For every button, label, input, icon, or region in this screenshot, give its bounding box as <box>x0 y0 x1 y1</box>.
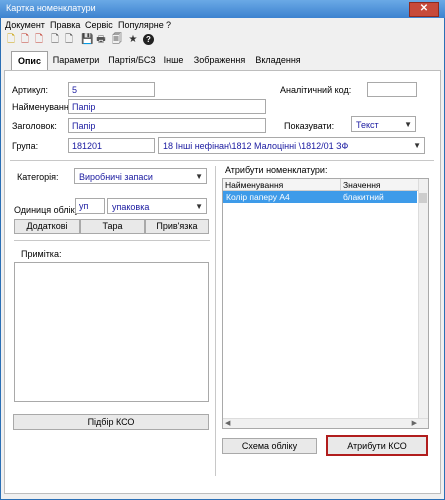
attributes-grid[interactable]: Найменування Значення Колір паперу А4 бл… <box>222 178 429 429</box>
unit-name-value: упаковка <box>112 202 150 212</box>
table-row[interactable]: Колір паперу А4 блакитний <box>223 191 417 203</box>
column-divider <box>215 166 216 476</box>
horizontal-scrollbar[interactable]: ◀ ▶ <box>223 418 428 428</box>
new-document-red-icon[interactable]: 🗋 <box>19 34 31 46</box>
cell-value: блакитний <box>343 192 384 202</box>
article-label: Артикул: <box>12 85 49 95</box>
tare-button[interactable]: Тара <box>80 219 145 234</box>
extra-button[interactable]: Додаткові <box>14 219 80 234</box>
menu-bar: Документ Правка Сервіс Популярне ? <box>1 18 444 32</box>
save-icon[interactable]: 💾 <box>81 34 93 46</box>
column-header-value[interactable]: Значення <box>341 179 419 191</box>
page-icon[interactable]: 🗋 <box>49 34 61 46</box>
group-label: Група: <box>12 141 39 151</box>
toolbar: 🗋 🗋 🗋 🗋 🗋 💾 🖶 🗐 ★ ? <box>1 32 444 50</box>
menu-document[interactable]: Документ <box>5 20 45 30</box>
tab-images[interactable]: Зображення <box>192 52 247 69</box>
tab-bar: Опис Параметри Партія/БСЗ Інше Зображенн… <box>1 51 444 71</box>
kso-attributes-button[interactable]: Атрибути КСО <box>326 435 428 456</box>
group-name-value: 18 Інші нефінан\1812 Малоцінні \1812/01 … <box>163 141 349 151</box>
column-header-name[interactable]: Найменування <box>223 179 341 191</box>
menu-edit[interactable]: Правка <box>50 20 80 30</box>
divider <box>14 240 210 241</box>
menu-help[interactable]: ? <box>166 20 171 30</box>
category-label: Категорія: <box>17 172 59 182</box>
kso-select-button[interactable]: Підбір КСО <box>13 414 209 430</box>
help-icon[interactable]: ? <box>143 34 154 45</box>
tab-attachments[interactable]: Вкладення <box>253 52 303 69</box>
attributes-label: Атрибути номенклатури: <box>225 165 328 175</box>
chevron-down-icon: ▼ <box>195 202 203 211</box>
title-bar[interactable]: Картка номенклатури ✕ <box>0 0 445 18</box>
note-textarea[interactable] <box>14 262 209 402</box>
header-input[interactable]: Папір <box>68 118 266 133</box>
show-select[interactable]: Текст ▼ <box>351 116 416 132</box>
close-button[interactable]: ✕ <box>409 2 439 17</box>
tab-other[interactable]: Інше <box>161 52 186 69</box>
cell-name: Колір паперу А4 <box>226 192 290 202</box>
show-label: Показувати: <box>284 121 335 131</box>
binding-button[interactable]: Прив'язка <box>145 219 209 234</box>
tab-batch[interactable]: Партія/БСЗ <box>104 52 160 69</box>
name-label: Найменування: <box>12 102 77 112</box>
group-code-input[interactable]: 181201 <box>68 138 155 153</box>
print-icon[interactable]: 🖶 <box>95 34 107 46</box>
scroll-left-icon[interactable]: ◀ <box>225 419 230 427</box>
scroll-thumb[interactable] <box>419 193 427 203</box>
analytic-code-input[interactable] <box>367 82 417 97</box>
name-input[interactable]: Папір <box>68 99 266 114</box>
category-value: Виробничі запаси <box>79 172 153 182</box>
copy-document-icon[interactable]: 🗋 <box>33 34 45 46</box>
vertical-scrollbar[interactable] <box>418 179 428 428</box>
chevron-down-icon: ▼ <box>195 172 203 181</box>
analytic-code-label: Аналітичний код: <box>280 85 352 95</box>
tab-description[interactable]: Опис <box>11 51 48 71</box>
chevron-down-icon: ▼ <box>413 141 421 150</box>
show-value: Текст <box>356 120 379 130</box>
unit-select[interactable]: упаковка ▼ <box>107 198 207 214</box>
unit-code-input[interactable]: уп <box>75 198 105 214</box>
menu-service[interactable]: Сервіс <box>85 20 113 30</box>
group-select[interactable]: 18 Інші нефінан\1812 Малоцінні \1812/01 … <box>158 137 425 154</box>
accounting-scheme-button[interactable]: Схема обліку <box>222 438 317 454</box>
star-icon[interactable]: ★ <box>127 34 139 46</box>
new-document-icon[interactable]: 🗋 <box>5 34 17 46</box>
tab-parameters[interactable]: Параметри <box>50 52 102 69</box>
page-up-icon[interactable]: 🗋 <box>63 34 75 46</box>
chevron-down-icon: ▼ <box>404 120 412 129</box>
category-select[interactable]: Виробничі запаси ▼ <box>74 168 207 184</box>
unit-label: Одиниця обліку <box>14 205 80 215</box>
scroll-right-icon[interactable]: ▶ <box>412 419 417 427</box>
preview-icon[interactable]: 🗐 <box>111 34 123 46</box>
note-label: Примітка: <box>21 249 62 259</box>
menu-popular[interactable]: Популярне <box>118 20 164 30</box>
divider <box>10 160 434 161</box>
header-label: Заголовок: <box>12 121 57 131</box>
window-title: Картка номенклатури <box>6 3 96 13</box>
article-input[interactable]: 5 <box>68 82 155 97</box>
